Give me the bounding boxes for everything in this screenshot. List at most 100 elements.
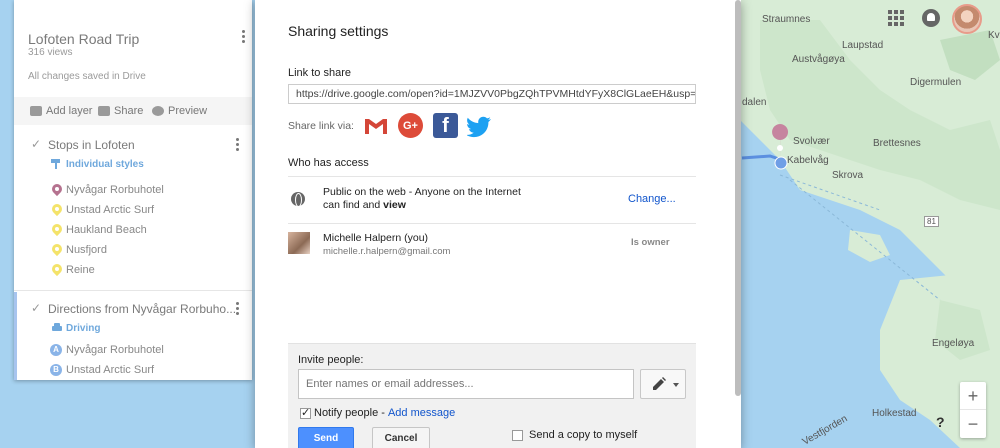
account-avatar[interactable]: [952, 4, 982, 34]
google-plus-icon[interactable]: G+: [398, 113, 423, 138]
map-pin-icon: [52, 244, 62, 256]
copy-self-checkbox[interactable]: [512, 429, 523, 441]
chevron-down-icon: [673, 383, 679, 387]
map-label: Straumnes: [762, 14, 811, 25]
access-label: Who has access: [288, 157, 369, 169]
zoom-in-button[interactable]: +: [960, 382, 986, 410]
notify-checkbox[interactable]: [300, 406, 311, 419]
waypoint-b-icon: B: [50, 364, 62, 376]
map-label: Laupstad: [842, 40, 884, 51]
preview-button[interactable]: Preview: [152, 105, 207, 117]
public-line1: Public on the web - Anyone on the Intern…: [323, 186, 521, 198]
map-label: Austvågøya: [792, 54, 845, 65]
map-pin-icon: [52, 184, 62, 196]
change-access-link[interactable]: Change...: [628, 193, 676, 205]
list-item[interactable]: Unstad Arctic Surf: [66, 204, 154, 216]
layer-title[interactable]: Directions from Nyvågar Rorbuho...: [48, 302, 236, 316]
share-via-label: Share link via:: [288, 120, 354, 132]
layers-icon: [30, 106, 42, 116]
twitter-icon[interactable]: [467, 113, 493, 139]
road-shield: 81: [924, 216, 939, 227]
map-label: dalen: [742, 97, 767, 108]
share-button[interactable]: Share: [98, 105, 143, 117]
layer-title[interactable]: Stops in Lofoten: [48, 138, 135, 152]
layer-visibility-checkbox[interactable]: ✓: [31, 137, 41, 151]
save-status: All changes saved in Drive: [28, 71, 146, 82]
owner-name: Michelle Halpern (you): [323, 232, 429, 244]
public-line2: can find and: [323, 199, 384, 211]
gmail-icon[interactable]: [363, 113, 389, 139]
public-access-text: Public on the web - Anyone on the Intern…: [323, 186, 521, 212]
pencil-icon: [653, 377, 666, 390]
map-label: Kva: [988, 30, 1000, 41]
view-count: 316 views: [28, 47, 73, 58]
panel-toolbar: Add layer Share Preview: [14, 97, 252, 125]
notify-label: Notify people -: [314, 407, 385, 419]
list-item[interactable]: Reine: [66, 264, 95, 276]
link-label: Link to share: [288, 67, 351, 79]
paint-roller-icon: [51, 159, 60, 169]
map-label: Engeløya: [932, 338, 975, 349]
car-icon: [52, 323, 62, 331]
map-label: Kabelvåg: [787, 155, 829, 166]
apps-grid-icon[interactable]: [888, 10, 904, 26]
send-button[interactable]: Send: [298, 427, 354, 448]
map-label: Brettesnes: [873, 138, 921, 149]
divider: [14, 290, 252, 291]
map-options-icon[interactable]: [242, 30, 246, 44]
zoom-control: + −: [960, 382, 986, 438]
dialog-title: Sharing settings: [288, 23, 389, 39]
add-layer-label: Add layer: [46, 105, 93, 117]
layer-style-link[interactable]: Individual styles: [66, 159, 144, 170]
copy-self-label: Send a copy to myself: [529, 429, 638, 441]
list-item[interactable]: Nyvågar Rorbuhotel: [66, 344, 164, 356]
access-row-owner: Michelle Halpern (you) michelle.r.halper…: [288, 223, 696, 265]
invite-section: Invite people: Notify people - Add messa…: [288, 343, 696, 448]
page-scrollbar[interactable]: [735, 0, 741, 396]
globe-icon: [291, 192, 305, 207]
list-item[interactable]: Haukland Beach: [66, 224, 147, 236]
add-layer-button[interactable]: Add layer: [30, 105, 92, 117]
owner-email: michelle.r.halpern@gmail.com: [323, 246, 451, 257]
public-line2-bold: view: [383, 199, 406, 211]
layer-options-icon[interactable]: [236, 138, 240, 152]
waypoint-a-icon: A: [50, 344, 62, 356]
layer-directions: ✓ Directions from Nyvågar Rorbuho... Dri…: [14, 292, 252, 380]
sharing-settings-dialog: Sharing settings Link to share https://d…: [255, 0, 741, 448]
invite-input[interactable]: [298, 369, 634, 399]
facebook-icon[interactable]: f: [433, 113, 458, 138]
share-label: Share: [114, 105, 144, 117]
notifications-icon[interactable]: [922, 9, 940, 27]
add-person-icon: [98, 106, 110, 116]
map-pin-icon: [52, 224, 62, 236]
owner-avatar: [288, 232, 310, 254]
preview-label: Preview: [168, 105, 208, 117]
copy-self-row: Send a copy to myself: [512, 429, 637, 441]
eye-icon: [152, 106, 164, 116]
owner-role: Is owner: [631, 237, 670, 248]
map-title[interactable]: Lofoten Road Trip: [28, 31, 139, 47]
list-item[interactable]: Nusfjord: [66, 244, 107, 256]
list-item[interactable]: Unstad Arctic Surf: [66, 364, 154, 376]
invite-label: Invite people:: [298, 354, 364, 366]
map-pin-icon: [52, 264, 62, 276]
map-label: Digermulen: [910, 77, 962, 88]
permission-dropdown[interactable]: [640, 369, 686, 399]
map-legend-panel: Lofoten Road Trip 316 views All changes …: [14, 0, 252, 380]
cancel-button[interactable]: Cancel: [372, 427, 430, 448]
notify-row: Notify people - Add message: [300, 406, 455, 419]
layer-visibility-checkbox[interactable]: ✓: [31, 301, 41, 315]
layer-style-link[interactable]: Driving: [66, 323, 100, 334]
map-pin-icon: [52, 204, 62, 216]
share-link-field[interactable]: https://drive.google.com/open?id=1MJZVV0…: [288, 84, 696, 104]
layer-stops: ✓ Stops in Lofoten Individual styles Nyv…: [14, 128, 252, 288]
access-row-public: Public on the web - Anyone on the Intern…: [288, 176, 696, 222]
add-message-link[interactable]: Add message: [388, 407, 455, 419]
help-icon[interactable]: ?: [936, 414, 945, 430]
map-label: Holkestad: [872, 408, 917, 419]
map-label: Skrova: [832, 170, 864, 181]
list-item[interactable]: Nyvågar Rorbuhotel: [66, 184, 164, 196]
map-label: Svolvær: [793, 136, 830, 147]
layer-options-icon[interactable]: [236, 302, 240, 316]
zoom-out-button[interactable]: −: [960, 410, 986, 438]
